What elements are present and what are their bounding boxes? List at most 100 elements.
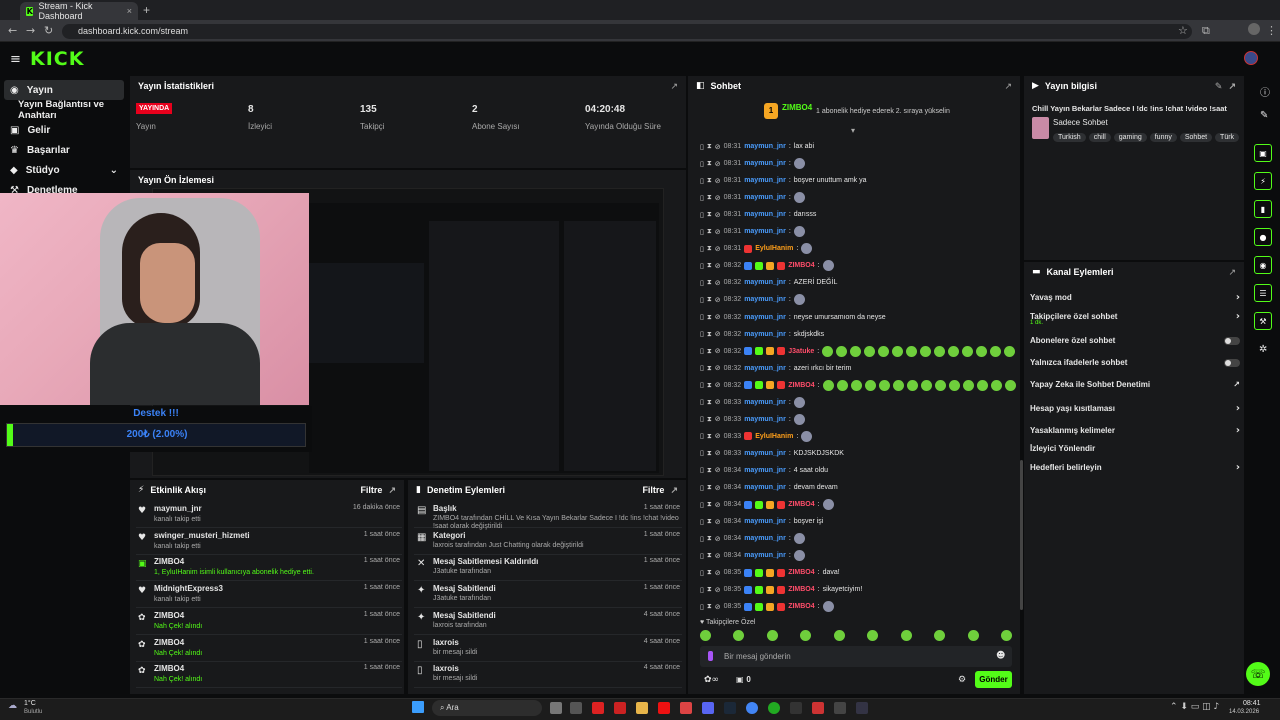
expand-icon[interactable]: ↗	[1228, 81, 1236, 92]
delete-message-icon[interactable]: ▯	[700, 279, 704, 287]
delete-message-icon[interactable]: ▯	[700, 296, 704, 304]
chat-username[interactable]: maymun_jnr	[744, 552, 786, 559]
ban-icon[interactable]: ⊘	[715, 484, 721, 492]
chat-username[interactable]: ZIMBO4	[788, 603, 814, 610]
close-tab-icon[interactable]: ×	[127, 6, 132, 16]
emote-icon[interactable]	[1000, 630, 1012, 641]
chat-username[interactable]: maymun_jnr	[744, 365, 786, 372]
windows-start-icon[interactable]	[412, 701, 424, 713]
kick-logo[interactable]: KICK	[30, 48, 84, 70]
delete-message-icon[interactable]: ▯	[700, 432, 704, 440]
event-user[interactable]: ZIMBO4	[154, 611, 184, 620]
ban-icon[interactable]: ⊘	[715, 211, 721, 219]
chat-username[interactable]: maymun_jnr	[744, 177, 786, 184]
ban-icon[interactable]: ⊘	[715, 415, 721, 423]
event-user[interactable]: maymun_jnr	[154, 504, 202, 513]
delete-message-icon[interactable]: ▯	[700, 313, 704, 321]
tag[interactable]: Sohbet	[1179, 133, 1213, 142]
timeout-icon[interactable]: ⧗	[707, 159, 712, 168]
brave-icon[interactable]	[680, 702, 692, 714]
toggle-switch[interactable]	[1224, 358, 1240, 367]
chevron-right-icon[interactable]: ›	[1236, 462, 1240, 473]
timeout-icon[interactable]: ⧗	[707, 602, 712, 611]
channel-action-row[interactable]: Yapay Zeka ile Sohbet Denetimi ↗	[1030, 380, 1240, 389]
delete-message-icon[interactable]: ▯	[700, 484, 704, 492]
expand-icon[interactable]: ↗	[1004, 81, 1012, 92]
reload-icon[interactable]: ↻	[44, 24, 53, 37]
ban-icon[interactable]: ⊘	[715, 381, 721, 389]
timeout-icon[interactable]: ⧗	[707, 176, 712, 185]
expand-icon[interactable]: ↗	[1228, 267, 1236, 278]
emote-icon[interactable]	[700, 630, 711, 641]
tray-icons[interactable]: ⌃ ⬇ ▭ ◫ ♪	[1170, 702, 1219, 712]
browser-menu-icon[interactable]: ⋮	[1266, 24, 1277, 37]
sidebar-item-stream-key[interactable]: Yayın Bağlantısı ve Anahtarı	[0, 99, 128, 121]
timeout-icon[interactable]: ⧗	[707, 142, 712, 151]
event-user[interactable]: ZIMBO4	[154, 557, 184, 566]
event-user[interactable]: ZIMBO4	[154, 638, 184, 647]
channel-action-row[interactable]: Hedefleri belirleyin ›	[1030, 462, 1240, 473]
discord-icon[interactable]	[702, 702, 714, 714]
app-icon[interactable]	[812, 702, 824, 714]
weather-temp[interactable]: 1°C	[24, 700, 36, 707]
extensions-icon[interactable]: ⧉	[1202, 24, 1210, 38]
delete-message-icon[interactable]: ▯	[700, 552, 704, 560]
browser-tab[interactable]: K Stream - Kick Dashboard ×	[20, 1, 138, 21]
timeout-icon[interactable]: ⧗	[707, 261, 712, 270]
emote-icon[interactable]	[900, 630, 912, 641]
app-icon[interactable]	[834, 702, 846, 714]
ban-icon[interactable]: ⊘	[715, 262, 721, 270]
channel-action-row[interactable]: Hesap yaşı kısıtlaması ›	[1030, 403, 1240, 414]
points-icon[interactable]: ✿∞	[704, 675, 719, 685]
chevron-right-icon[interactable]: ›	[1236, 292, 1240, 303]
chat-username[interactable]: ZIMBO4	[788, 501, 814, 508]
rail-bolt-icon[interactable]: ⚡	[1254, 172, 1272, 190]
delete-message-icon[interactable]: ▯	[700, 398, 704, 406]
timeout-icon[interactable]: ⧗	[707, 364, 712, 373]
event-user[interactable]: ZIMBO4	[154, 664, 184, 673]
pencil-icon[interactable]: ✎	[1260, 110, 1268, 121]
delete-message-icon[interactable]: ▯	[700, 501, 704, 509]
chat-input[interactable]: Bir mesaj gönderin ☻	[700, 646, 1012, 667]
delete-message-icon[interactable]: ▯	[700, 415, 704, 423]
chat-username[interactable]: maymun_jnr	[744, 143, 786, 150]
ban-icon[interactable]: ⊘	[715, 449, 721, 457]
tiktok-icon[interactable]	[592, 702, 604, 714]
delete-message-icon[interactable]: ▯	[700, 211, 704, 219]
modlog-filter-button[interactable]: Filtre	[642, 485, 664, 495]
ban-icon[interactable]: ⊘	[715, 347, 721, 355]
rail-broadcast-icon[interactable]: ◉	[1254, 256, 1272, 274]
timeout-icon[interactable]: ⧗	[707, 295, 712, 304]
expand-icon[interactable]: ↗	[388, 485, 396, 496]
delete-message-icon[interactable]: ▯	[700, 381, 704, 389]
opera-icon[interactable]	[614, 702, 626, 714]
chat-username[interactable]: maymun_jnr	[744, 518, 786, 525]
info-circle-icon[interactable]: ⓘ	[1260, 84, 1270, 99]
expand-icon[interactable]: ↗	[670, 81, 678, 92]
ban-icon[interactable]: ⊘	[715, 569, 721, 577]
delete-message-icon[interactable]: ▯	[700, 194, 704, 202]
ban-icon[interactable]: ⊘	[715, 279, 721, 287]
chat-username[interactable]: ZIMBO4	[788, 586, 814, 593]
youtube-icon[interactable]	[658, 702, 670, 714]
timeout-icon[interactable]: ⧗	[707, 517, 712, 526]
timeout-icon[interactable]: ⧗	[707, 568, 712, 577]
timeout-icon[interactable]: ⧗	[707, 210, 712, 219]
ban-icon[interactable]: ⊘	[715, 330, 721, 338]
file-explorer-icon[interactable]	[636, 702, 648, 714]
events-filter-button[interactable]: Filtre	[360, 485, 382, 495]
chrome-icon[interactable]	[746, 702, 758, 714]
delete-message-icon[interactable]: ▯	[700, 330, 704, 338]
user-avatar[interactable]	[1244, 51, 1258, 65]
chat-username[interactable]: maymun_jnr	[744, 228, 786, 235]
timeout-icon[interactable]: ⧗	[707, 449, 712, 458]
chevron-down-icon[interactable]: ⌄	[110, 165, 118, 176]
emote-quick-bar[interactable]	[700, 630, 1012, 642]
forward-icon[interactable]: →	[26, 24, 35, 37]
chat-username[interactable]: maymun_jnr	[744, 279, 786, 286]
top-gifter-name[interactable]: ZIMBO4	[782, 103, 812, 112]
delete-message-icon[interactable]: ▯	[700, 586, 704, 594]
toggle-switch[interactable]	[1224, 336, 1240, 345]
ban-icon[interactable]: ⊘	[715, 245, 721, 253]
timeout-icon[interactable]: ⧗	[707, 278, 712, 287]
